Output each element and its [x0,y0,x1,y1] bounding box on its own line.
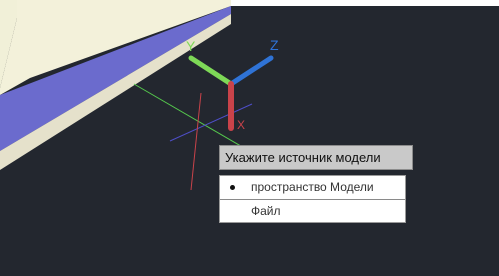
menu-item-label-file: Файл [251,204,281,218]
menu-item-file[interactable]: Файл [220,199,405,222]
z-axis-label: Z [270,37,279,53]
drawing-viewport[interactable]: Y Z X Укажите источник модели пространст… [0,0,499,276]
selected-bullet-icon [230,185,235,190]
source-menu: пространство Модели Файл [219,175,406,223]
x-axis-label: X [237,118,245,132]
menu-item-label-model-space: пространство Модели [251,180,374,194]
prompt-tooltip-text: Укажите источник модели [225,150,381,165]
menu-item-model-space[interactable]: пространство Модели [220,176,405,199]
viewport-scene: Y Z X [0,0,499,276]
prompt-tooltip: Укажите источник модели [219,145,413,170]
y-axis-label: Y [186,38,196,54]
